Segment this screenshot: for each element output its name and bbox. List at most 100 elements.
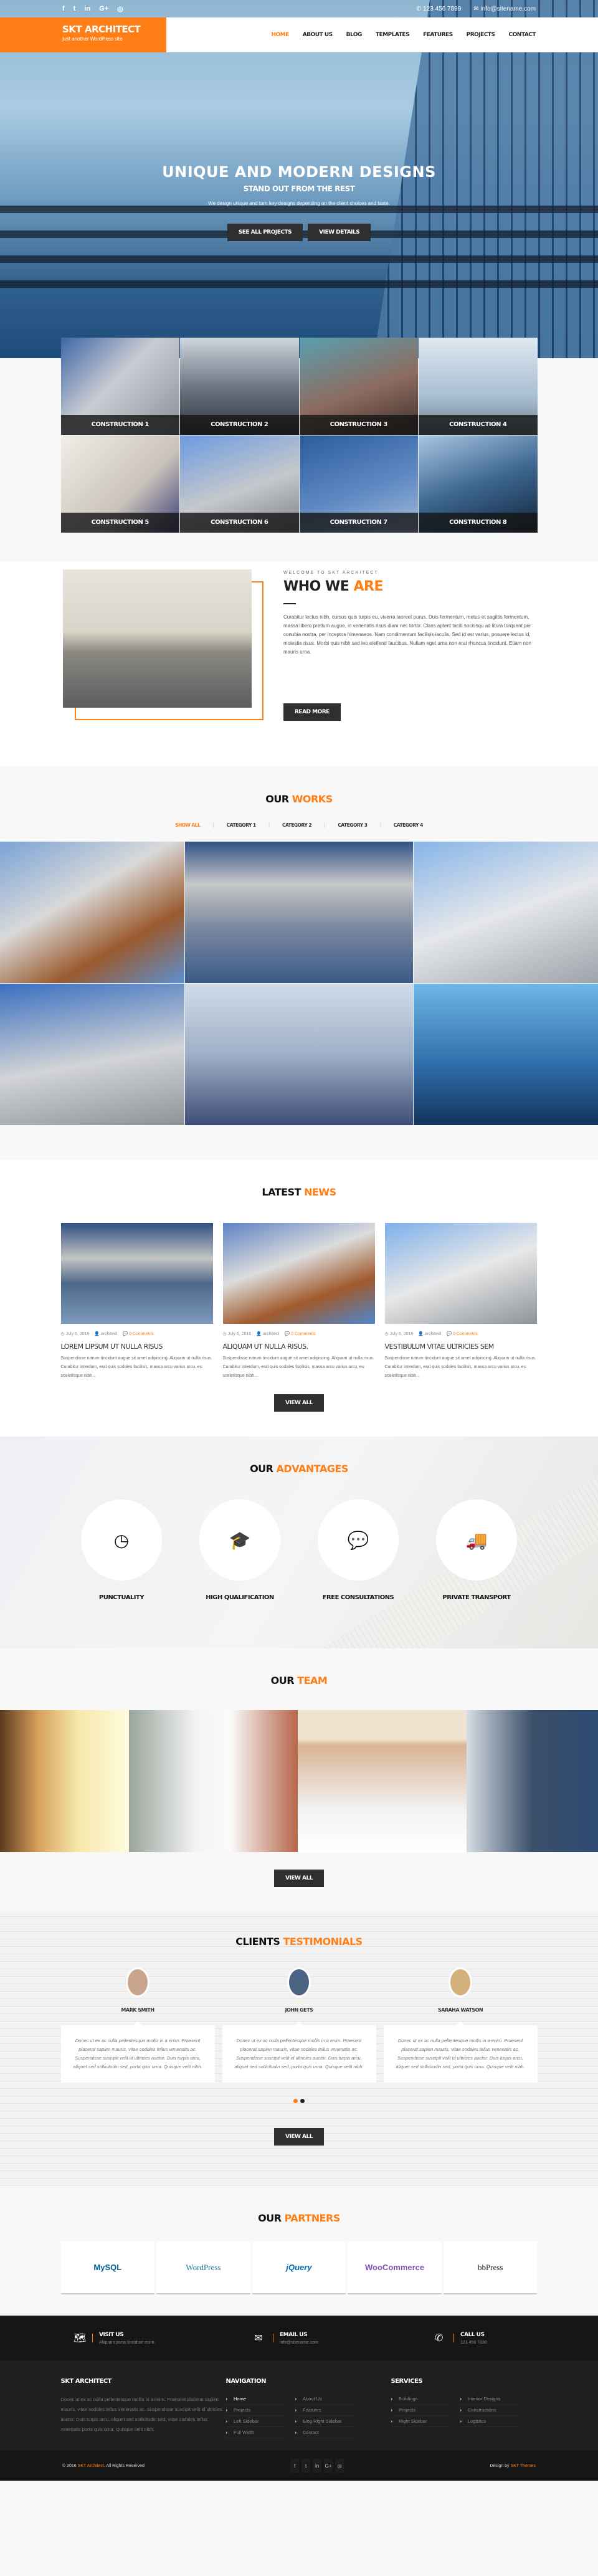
team-member-photo[interactable] — [467, 1710, 598, 1852]
footer-link[interactable]: Constructions — [460, 2405, 520, 2416]
team-member-photo[interactable] — [298, 1710, 467, 1852]
construction-tile[interactable]: CONSTRUCTION 2 — [180, 338, 299, 435]
footer-link[interactable]: Left Sidebar — [225, 2416, 285, 2427]
news-post: ◷ July 6, 2016 👤 architect 💬 0 Comments LO… — [60, 1223, 213, 1381]
footer-about: SKT ARCHITECT Donec ut ex ac nulla pelle… — [61, 2378, 226, 2438]
post-image[interactable] — [60, 1223, 213, 1324]
nav-projects[interactable]: PROJECTS — [467, 32, 495, 38]
footer-link[interactable]: Interior Designs — [460, 2393, 520, 2405]
partner-logo-woocommerce[interactable]: WooCommerce — [348, 2241, 442, 2294]
partner-logo-mysql[interactable]: MySQL — [60, 2241, 155, 2294]
construction-tile[interactable]: CONSTRUCTION 6 — [180, 435, 299, 533]
google-plus-icon[interactable]: G+ — [324, 2459, 333, 2473]
team-member-photo[interactable] — [0, 1710, 129, 1852]
filter-show-all[interactable]: SHOW ALL — [175, 822, 201, 828]
post-comments[interactable]: 💬 0 Comments — [122, 1331, 153, 1336]
footer-link[interactable]: Right Sidebar — [391, 2416, 450, 2427]
post-author[interactable]: 👤 architect — [418, 1331, 441, 1336]
site-title: SKT ARCHITECT — [62, 24, 141, 35]
slider-dot[interactable] — [300, 2099, 305, 2103]
see-all-projects-button[interactable]: SEE ALL PROJECTS — [227, 224, 303, 241]
divider — [453, 2334, 454, 2342]
testimonials-view-all-button[interactable]: VIEW ALL — [274, 2128, 324, 2146]
filter-category-2[interactable]: CATEGORY 2 — [282, 822, 312, 828]
post-title[interactable]: ALIQUAM UT NULLA RISUS. — [223, 1343, 375, 1351]
partner-logo-jquery[interactable]: jQuery — [252, 2241, 346, 2294]
nav-home[interactable]: HOME — [271, 32, 289, 38]
design-credit-link[interactable]: SKT Themes — [510, 2464, 536, 2468]
footer-link[interactable]: Full Width — [225, 2427, 285, 2438]
work-item[interactable] — [0, 842, 184, 983]
footer-contact-call: ✆ CALL US 123 456 7890 — [435, 2331, 487, 2345]
post-author[interactable]: 👤 architect — [256, 1331, 279, 1336]
read-more-button[interactable]: READ MORE — [283, 703, 341, 721]
partner-logo-wordpress[interactable]: WordPress — [156, 2241, 250, 2294]
post-title[interactable]: VESTIBULUM VITAE ULTRICIES SEM — [385, 1343, 537, 1351]
construction-tile[interactable]: CONSTRUCTION 7 — [299, 435, 418, 533]
nav-features[interactable]: FEATURES — [423, 32, 453, 38]
news-view-all-button[interactable]: VIEW ALL — [274, 1394, 324, 1412]
construction-label: CONSTRUCTION 7 — [299, 513, 418, 533]
site-header: SKT ARCHITECT Just another WordPress sit… — [0, 17, 598, 52]
footer-about-text: Donec ut ex ac nulla pellentesque mollis… — [60, 2397, 222, 2432]
footer-link[interactable]: Buildings — [391, 2393, 450, 2405]
post-author[interactable]: 👤 architect — [94, 1331, 117, 1336]
instagram-icon[interactable]: ◎ — [117, 5, 123, 13]
linkedin-icon[interactable]: in — [313, 2459, 322, 2473]
works-title: OUR WORKS — [265, 793, 333, 805]
advantage-item: 💬 FREE CONSULTATIONS — [311, 1499, 405, 1601]
instagram-icon[interactable]: ◎ — [335, 2459, 344, 2473]
work-item[interactable] — [185, 984, 413, 1125]
slider-dot[interactable] — [293, 2099, 298, 2103]
construction-tile[interactable]: CONSTRUCTION 5 — [60, 435, 179, 533]
team-view-all-button[interactable]: VIEW ALL — [274, 1870, 324, 1887]
post-title[interactable]: LOREM LIPSUM UT NULLA RISUS — [61, 1343, 213, 1351]
google-plus-icon[interactable]: G+ — [99, 5, 108, 13]
footer-link[interactable]: Projects — [391, 2405, 450, 2416]
who-we-are-image — [63, 569, 252, 708]
construction-label: CONSTRUCTION 1 — [60, 415, 179, 435]
twitter-icon[interactable]: t — [301, 2459, 311, 2473]
facebook-icon[interactable]: f — [62, 5, 65, 13]
linkedin-icon[interactable]: in — [84, 5, 90, 13]
footer-link[interactable]: Projects — [225, 2405, 285, 2416]
filter-category-1[interactable]: CATEGORY 1 — [227, 822, 257, 828]
copyright-link[interactable]: SKT Architect — [78, 2464, 104, 2468]
email-info[interactable]: ✉ info@sitename.com — [473, 6, 536, 12]
facebook-icon[interactable]: f — [290, 2459, 300, 2473]
footer-link[interactable]: About Us — [295, 2393, 354, 2405]
work-item[interactable] — [0, 984, 184, 1125]
site-logo[interactable]: SKT ARCHITECT Just another WordPress sit… — [0, 17, 166, 52]
twitter-icon[interactable]: t — [74, 5, 76, 13]
footer-link[interactable]: Logistics — [460, 2416, 520, 2427]
footer-link[interactable]: Home — [225, 2393, 285, 2405]
nav-blog[interactable]: BLOG — [346, 32, 363, 38]
team-member-photo[interactable] — [129, 1710, 298, 1852]
work-item[interactable] — [414, 984, 598, 1125]
construction-tile[interactable]: CONSTRUCTION 3 — [299, 338, 418, 435]
work-item[interactable] — [414, 842, 598, 983]
filter-category-4[interactable]: CATEGORY 4 — [394, 822, 424, 828]
construction-tile[interactable]: CONSTRUCTION 1 — [60, 338, 179, 435]
nav-contact[interactable]: CONTACT — [509, 32, 536, 38]
footer-link[interactable]: Contact — [295, 2427, 354, 2438]
construction-tile[interactable]: CONSTRUCTION 8 — [419, 435, 538, 533]
construction-tile[interactable]: CONSTRUCTION 4 — [419, 338, 538, 435]
advantage-label: FREE CONSULTATIONS — [322, 1594, 394, 1601]
post-comments[interactable]: 💬 0 Comments — [284, 1331, 315, 1336]
view-details-button[interactable]: VIEW DETAILS — [308, 224, 371, 241]
partner-logo-bbpress[interactable]: bbPress — [443, 2241, 538, 2294]
post-image[interactable] — [222, 1223, 375, 1324]
post-image[interactable] — [384, 1223, 537, 1324]
testimonial-card: MARK SMITH Donec ut ex ac nulla pellente… — [60, 1967, 215, 2083]
nav-about-us[interactable]: ABOUT US — [303, 32, 333, 38]
work-item[interactable] — [185, 842, 413, 983]
nav-templates[interactable]: TEMPLATES — [376, 32, 410, 38]
filter-category-3[interactable]: CATEGORY 3 — [338, 822, 368, 828]
clock-icon: ◷ — [81, 1499, 162, 1580]
footer-link[interactable]: Blog Right Sidebar — [295, 2416, 354, 2427]
footer-link[interactable]: Features — [295, 2405, 354, 2416]
post-comments[interactable]: 💬 0 Comments — [446, 1331, 477, 1336]
divider: | — [212, 822, 214, 828]
construction-grid: CONSTRUCTION 1 CONSTRUCTION 2 CONSTRUCTI… — [60, 338, 538, 533]
